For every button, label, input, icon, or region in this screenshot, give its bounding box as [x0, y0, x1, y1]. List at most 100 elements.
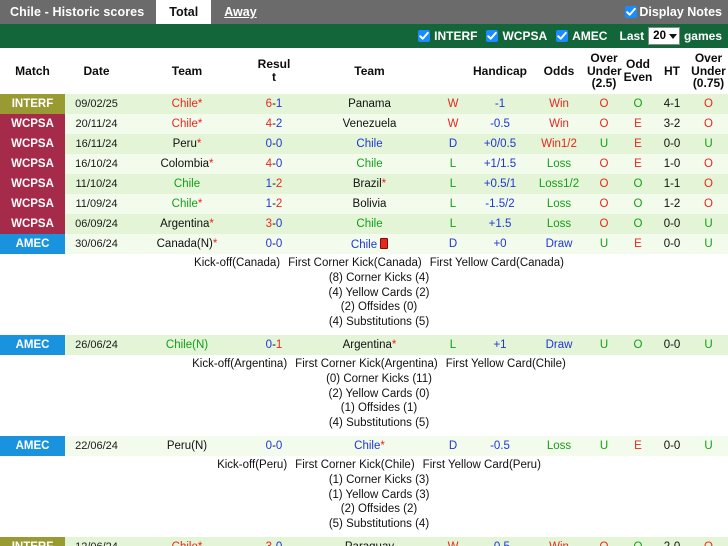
team-name[interactable]: Colombia	[160, 158, 209, 170]
cell-team-away[interactable]: Chile	[302, 234, 437, 254]
cell-team-away[interactable]: Paraguay	[302, 536, 437, 546]
cell-match[interactable]: AMEC	[0, 435, 65, 456]
cell-match[interactable]: WCPSA	[0, 214, 65, 234]
cell-match[interactable]: AMEC	[0, 234, 65, 254]
filter-interf[interactable]: INTERF	[418, 29, 477, 43]
cell-score[interactable]: 3-0	[246, 536, 302, 546]
col-header-result[interactable]: Resul t	[246, 48, 302, 94]
team-name[interactable]: Peru(N)	[167, 440, 207, 452]
cell-score[interactable]: 1-2	[246, 194, 302, 214]
team-name[interactable]: Chile	[356, 138, 382, 150]
cell-team-away[interactable]: Bolivia	[302, 194, 437, 214]
cell-team-home[interactable]: Chile*	[128, 114, 246, 134]
col-header-team-home[interactable]: Team	[128, 48, 246, 94]
cell-score[interactable]: 0-0	[246, 234, 302, 254]
table-row[interactable]: AMEC 22/06/24 Peru(N) 0-0 Chile* D -0.5 Loss U E 0…	[0, 435, 728, 456]
table-row[interactable]: WCPSA 20/11/24 Chile* 4-2 Venezuela W -0.5 Win O…	[0, 114, 728, 134]
filter-amec[interactable]: AMEC	[556, 29, 607, 43]
cell-team-away[interactable]: Brazil*	[302, 174, 437, 194]
team-name[interactable]: Canada(N)	[157, 238, 213, 250]
cell-score[interactable]: 0-1	[246, 334, 302, 355]
team-name[interactable]: Chile	[172, 98, 198, 110]
team-name[interactable]: Chile	[356, 158, 382, 170]
cell-team-away[interactable]: Argentina*	[302, 334, 437, 355]
cell-match[interactable]: INTERF	[0, 94, 65, 114]
display-notes-toggle[interactable]: Display Notes	[625, 0, 728, 24]
team-name[interactable]: Bolivia	[353, 198, 387, 210]
col-header-over-under-25[interactable]: Over Under (2.5)	[587, 48, 622, 94]
cell-team-home[interactable]: Chile(N)	[128, 334, 246, 355]
cell-team-away[interactable]: Chile	[302, 134, 437, 154]
cell-team-home[interactable]: Chile*	[128, 194, 246, 214]
cell-match[interactable]: WCPSA	[0, 154, 65, 174]
team-name[interactable]: Chile	[354, 440, 380, 452]
score-away: 0	[275, 238, 283, 250]
games-count-select[interactable]: 20	[648, 27, 680, 45]
cell-team-home[interactable]: Chile*	[128, 94, 246, 114]
cell-team-away[interactable]: Panama	[302, 94, 437, 114]
cell-score[interactable]: 0-0	[246, 435, 302, 456]
table-row[interactable]: WCPSA 11/09/24 Chile* 1-2 Bolivia L -1.5/2 Loss…	[0, 194, 728, 214]
cell-score[interactable]: 4-2	[246, 114, 302, 134]
col-header-ht[interactable]: HT	[655, 48, 689, 94]
filter-wcpsa[interactable]: WCPSA	[486, 29, 547, 43]
cell-match[interactable]: WCPSA	[0, 114, 65, 134]
col-header-handicap[interactable]: Handicap	[469, 48, 531, 94]
cell-score[interactable]: 0-0	[246, 134, 302, 154]
table-row[interactable]: WCPSA 11/10/24 Chile 1-2 Brazil* L +0.5/1 Loss1…	[0, 174, 728, 194]
team-name[interactable]: Venezuela	[343, 118, 397, 130]
cell-team-away[interactable]: Chile	[302, 154, 437, 174]
page-title: Chile - Historic scores	[10, 5, 145, 19]
cell-team-home[interactable]: Argentina*	[128, 214, 246, 234]
team-name[interactable]: Chile(N)	[166, 339, 208, 351]
team-name[interactable]: Chile	[172, 541, 198, 546]
table-row[interactable]: INTERF 09/02/25 Chile* 6-1 Panama W -1 Win O O 4-1…	[0, 94, 728, 114]
cell-score[interactable]: 4-0	[246, 154, 302, 174]
cell-match[interactable]: WCPSA	[0, 174, 65, 194]
team-name[interactable]: Argentina	[160, 218, 209, 230]
team-name[interactable]: Chile	[172, 198, 198, 210]
col-header-odds[interactable]: Odds	[531, 48, 587, 94]
col-header-over-under-075[interactable]: Over Under (0.75)	[689, 48, 728, 94]
team-name[interactable]: Chile	[356, 218, 382, 230]
col-header-date[interactable]: Date	[65, 48, 128, 94]
cell-score[interactable]: 1-2	[246, 174, 302, 194]
cell-team-home[interactable]: Colombia*	[128, 154, 246, 174]
table-row[interactable]: INTERF12/06/24Chile*3-0ParaguayW-0.5WinO…	[0, 536, 728, 546]
cell-team-away[interactable]: Chile	[302, 214, 437, 234]
team-name[interactable]: Paraguay	[345, 541, 394, 546]
cell-odds: Loss	[531, 194, 587, 214]
cell-team-home[interactable]: Chile	[128, 174, 246, 194]
team-name[interactable]: Brazil	[353, 178, 382, 190]
cell-team-home[interactable]: Chile*	[128, 536, 246, 546]
cell-ht: 0-0	[655, 234, 689, 254]
cell-match[interactable]: WCPSA	[0, 134, 65, 154]
cell-team-home[interactable]: Peru*	[128, 134, 246, 154]
tab-total[interactable]: Total	[156, 0, 212, 24]
table-row[interactable]: AMEC 30/06/24 Canada(N)* 0-0 Chile D +0 Draw U E 0…	[0, 234, 728, 254]
team-name[interactable]: Chile	[172, 118, 198, 130]
cell-match[interactable]: WCPSA	[0, 194, 65, 214]
table-row[interactable]: WCPSA 16/11/24 Peru* 0-0 Chile D +0/0.5 Win1/2 U…	[0, 134, 728, 154]
col-header-team-away[interactable]: Team	[302, 48, 437, 94]
cell-score[interactable]: 3-0	[246, 214, 302, 234]
table-row[interactable]: WCPSA 06/09/24 Argentina* 3-0 Chile L +1.5 Loss…	[0, 214, 728, 234]
col-header-match[interactable]: Match	[0, 48, 65, 94]
team-name[interactable]: Peru	[173, 138, 197, 150]
cell-team-away[interactable]: Chile*	[302, 435, 437, 456]
tab-away[interactable]: Away	[211, 0, 269, 24]
cell-over-under-075: U	[689, 234, 728, 254]
cell-score[interactable]: 6-1	[246, 94, 302, 114]
team-name[interactable]: Chile	[174, 178, 200, 190]
cell-team-home[interactable]: Canada(N)*	[128, 234, 246, 254]
cell-match[interactable]: AMEC	[0, 334, 65, 355]
cell-match[interactable]: INTERF	[0, 536, 65, 546]
table-row[interactable]: AMEC 26/06/24 Chile(N) 0-1 Argentina* L +1 Draw…	[0, 334, 728, 355]
team-name[interactable]: Argentina	[343, 339, 392, 351]
col-header-odd-even[interactable]: Odd Even	[621, 48, 655, 94]
table-row[interactable]: WCPSA 16/10/24 Colombia* 4-0 Chile L +1/1.5 Los…	[0, 154, 728, 174]
cell-team-away[interactable]: Venezuela	[302, 114, 437, 134]
cell-team-home[interactable]: Peru(N)	[128, 435, 246, 456]
team-name[interactable]: Chile	[351, 239, 377, 251]
team-name[interactable]: Panama	[348, 98, 391, 110]
